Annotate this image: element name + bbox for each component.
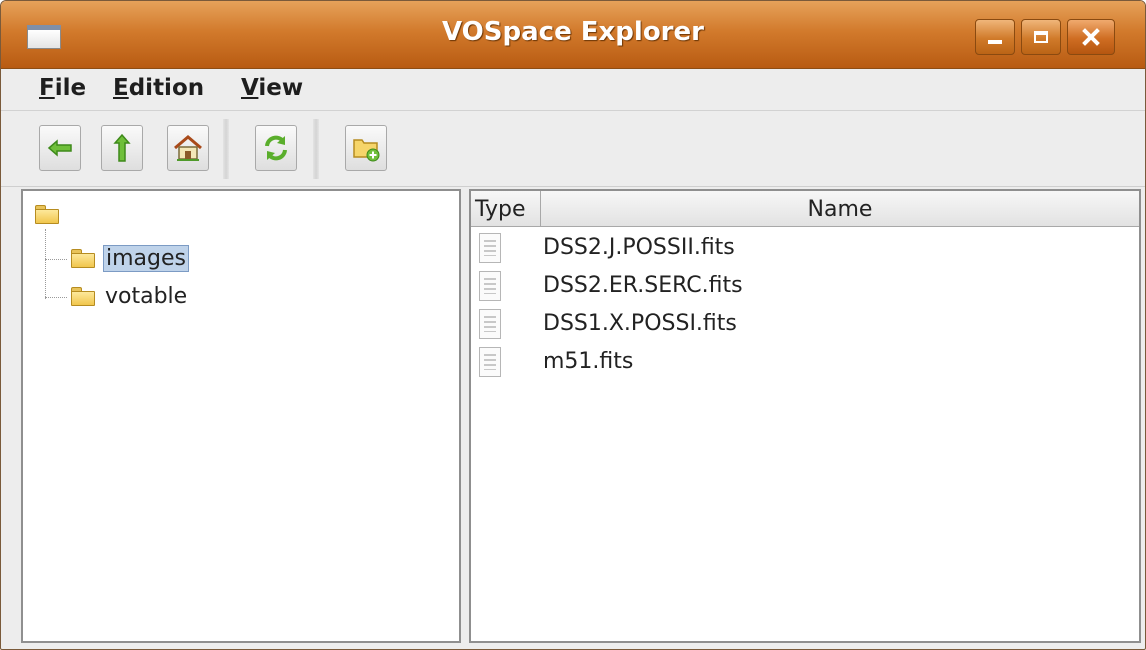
close-button[interactable] bbox=[1067, 19, 1115, 55]
tree-connector bbox=[45, 297, 67, 298]
column-header-type[interactable]: Type bbox=[471, 191, 541, 227]
folder-icon bbox=[35, 205, 59, 224]
table-row[interactable]: DSS2.J.POSSII.fits bbox=[471, 231, 1139, 269]
file-table-panel[interactable]: Type Name DSS2.J.POSSII.fits DSS2.ER.SER… bbox=[469, 189, 1141, 643]
tree-root[interactable] bbox=[35, 205, 59, 224]
up-button[interactable] bbox=[101, 125, 143, 171]
maximize-button[interactable] bbox=[1021, 19, 1061, 55]
table-row[interactable]: DSS2.ER.SERC.fits bbox=[471, 269, 1139, 307]
column-header-name[interactable]: Name bbox=[541, 191, 1139, 227]
file-name: DSS2.ER.SERC.fits bbox=[543, 273, 743, 298]
minimize-button[interactable] bbox=[975, 19, 1015, 55]
tree-node-votable[interactable]: votable bbox=[71, 279, 189, 313]
back-arrow-icon bbox=[47, 139, 72, 157]
maximize-icon bbox=[1034, 31, 1048, 43]
refresh-icon bbox=[265, 135, 287, 161]
menu-edition[interactable]: Edition bbox=[113, 75, 204, 101]
file-name: m51.fits bbox=[543, 349, 634, 374]
table-row[interactable]: m51.fits bbox=[471, 345, 1139, 383]
new-folder-icon bbox=[353, 139, 380, 162]
document-icon bbox=[479, 347, 501, 377]
minimize-icon bbox=[988, 40, 1002, 44]
title-bar[interactable]: VOSpace Explorer bbox=[1, 1, 1145, 69]
tree-connector bbox=[45, 259, 67, 260]
tree-connector bbox=[45, 229, 46, 299]
tree-node-label: images bbox=[103, 244, 189, 272]
back-button[interactable] bbox=[39, 125, 81, 171]
toolbar-separator bbox=[223, 119, 229, 179]
toolbar-separator bbox=[313, 119, 319, 179]
app-window: VOSpace Explorer File Edition View image… bbox=[0, 0, 1146, 650]
menu-bar: File Edition View bbox=[1, 69, 1145, 111]
table-row[interactable]: DSS1.X.POSSI.fits bbox=[471, 307, 1139, 345]
tree-node-images[interactable]: images bbox=[71, 241, 189, 275]
home-button[interactable] bbox=[167, 125, 209, 171]
document-icon bbox=[479, 271, 501, 301]
close-icon bbox=[1082, 28, 1100, 46]
menu-view[interactable]: View bbox=[241, 75, 303, 101]
document-icon bbox=[479, 233, 501, 263]
table-header: Type Name bbox=[471, 191, 1139, 227]
refresh-button[interactable] bbox=[255, 125, 297, 171]
file-name: DSS2.J.POSSII.fits bbox=[543, 235, 735, 260]
file-name: DSS1.X.POSSI.fits bbox=[543, 311, 737, 336]
window-title: VOSpace Explorer bbox=[442, 17, 704, 47]
folder-tree-panel[interactable]: images votable bbox=[21, 189, 461, 643]
tree-node-label: votable bbox=[105, 283, 188, 309]
up-arrow-icon bbox=[113, 133, 131, 162]
document-icon bbox=[479, 309, 501, 339]
folder-icon bbox=[71, 286, 95, 306]
menu-file[interactable]: File bbox=[39, 75, 86, 101]
table-body: DSS2.J.POSSII.fits DSS2.ER.SERC.fits DSS… bbox=[471, 231, 1139, 383]
new-folder-button[interactable] bbox=[345, 125, 387, 171]
toolbar bbox=[1, 111, 1145, 187]
home-icon bbox=[174, 135, 202, 161]
folder-icon bbox=[71, 248, 95, 268]
